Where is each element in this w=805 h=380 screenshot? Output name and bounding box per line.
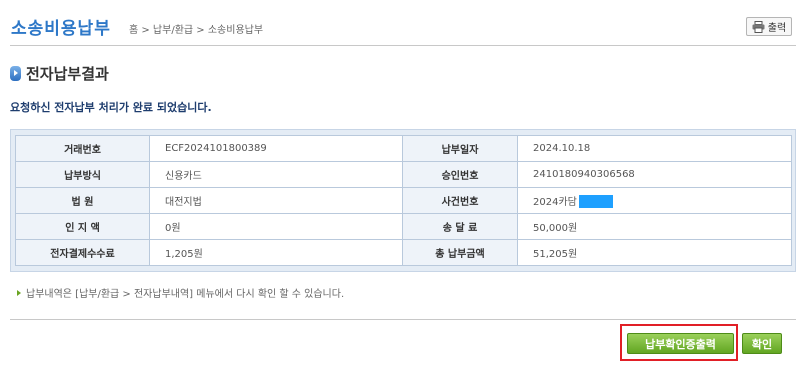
case-number-cell: 2024카담 xyxy=(517,187,792,214)
transaction-number-label: 거래번호 xyxy=(15,135,150,162)
payment-info-panel: 거래번호 ECF2024101800389 납부일자 2024.10.18 납부… xyxy=(10,129,796,272)
total-amount-value: 51,205원 xyxy=(517,239,792,266)
arrow-bullet-icon xyxy=(10,65,21,81)
epayment-fee-value: 1,205원 xyxy=(149,239,403,266)
service-fee-label: 송 달 료 xyxy=(402,213,518,240)
header-divider xyxy=(10,45,796,46)
printer-icon xyxy=(752,20,765,33)
info-note: 납부내역은 [납부/환급 > 전자납부내역] 메뉴에서 다시 확인 할 수 있습… xyxy=(17,285,344,300)
info-note-text: 납부내역은 [납부/환급 > 전자납부내역] 메뉴에서 다시 확인 할 수 있습… xyxy=(26,289,345,300)
payment-date-label: 납부일자 xyxy=(402,135,518,162)
bottom-divider xyxy=(10,319,796,320)
transaction-number-value: ECF2024101800389 xyxy=(149,135,403,162)
page-header: 소송비용납부 홈 > 납부/환급 > 소송비용납부 출력 xyxy=(0,0,805,46)
payment-date-value: 2024.10.18 xyxy=(517,135,792,162)
section-title-text: 전자납부결과 xyxy=(26,64,109,83)
total-amount-label: 총 납부금액 xyxy=(402,239,518,266)
table-row: 전자결제수수료 1,205원 총 납부금액 51,205원 xyxy=(15,239,792,266)
table-row: 법 원 대전지법 사건번호 2024카담 xyxy=(15,187,792,214)
table-row: 인 지 액 0원 송 달 료 50,000원 xyxy=(15,213,792,240)
table-row: 거래번호 ECF2024101800389 납부일자 2024.10.18 xyxy=(15,135,792,162)
result-message: 요청하신 전자납부 처리가 완료 되었습니다. xyxy=(10,101,212,114)
payment-method-value: 신용카드 xyxy=(149,161,403,188)
table-row: 납부방식 신용카드 승인번호 2410180940306568 xyxy=(15,161,792,188)
payment-method-label: 납부방식 xyxy=(15,161,150,188)
arrow-right-icon xyxy=(17,289,21,296)
payment-info-table: 거래번호 ECF2024101800389 납부일자 2024.10.18 납부… xyxy=(15,135,792,266)
print-button[interactable]: 출력 xyxy=(746,17,792,36)
page-title: 소송비용납부 xyxy=(11,19,111,39)
breadcrumb: 홈 > 납부/환급 > 소송비용납부 xyxy=(129,25,264,36)
confirm-button[interactable]: 확인 xyxy=(742,333,782,354)
stamp-fee-value: 0원 xyxy=(149,213,403,240)
service-fee-value: 50,000원 xyxy=(517,213,792,240)
case-number-label: 사건번호 xyxy=(402,187,518,214)
redacted-block xyxy=(578,195,613,209)
section-title: 전자납부결과 xyxy=(10,63,109,83)
print-button-label: 출력 xyxy=(767,23,787,34)
case-number-value: 2024카담 xyxy=(533,196,577,208)
court-label: 법 원 xyxy=(15,187,150,214)
stamp-fee-label: 인 지 액 xyxy=(15,213,150,240)
highlight-box xyxy=(620,324,738,361)
epayment-fee-label: 전자결제수수료 xyxy=(15,239,150,266)
approval-number-value: 2410180940306568 xyxy=(517,161,792,188)
approval-number-label: 승인번호 xyxy=(402,161,518,188)
court-value: 대전지법 xyxy=(149,187,403,214)
